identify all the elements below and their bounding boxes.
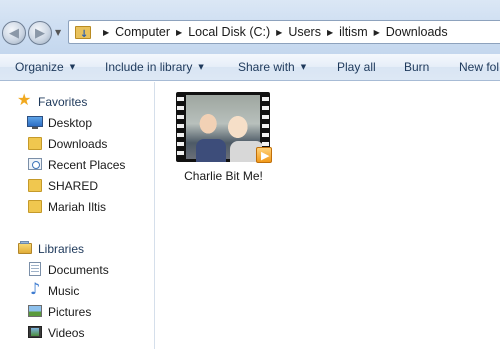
breadcrumb-computer[interactable]: Computer: [115, 25, 170, 39]
breadcrumb-users[interactable]: Users: [288, 25, 321, 39]
downloads-folder-icon: ↓: [73, 24, 93, 40]
file-list: ▶ Charlie Bit Me!: [156, 82, 500, 349]
sidebar-item-label: Pictures: [48, 304, 92, 319]
play-all-button[interactable]: Play all: [337, 60, 376, 74]
sidebar-item-label: Recent Places: [48, 157, 126, 172]
chevron-down-icon: ▼: [198, 63, 204, 71]
organize-label: Organize: [15, 60, 64, 74]
address-bar-region: ◀ ▶ ▼ ↓ ▶ Computer ▶ Local Disk (C:) ▶ U…: [0, 0, 500, 54]
libraries-label: Libraries: [38, 241, 85, 256]
forward-button[interactable]: ▶: [28, 21, 52, 45]
organize-menu[interactable]: Organize ▼: [15, 60, 75, 74]
sidebar-item-mariah-iltis[interactable]: Mariah Iltis: [0, 196, 155, 217]
include-in-library-menu[interactable]: Include in library ▼: [105, 60, 204, 74]
burn-button[interactable]: Burn: [404, 60, 429, 74]
back-arrow-icon: ◀: [9, 25, 19, 41]
sidebar-item-videos[interactable]: Videos: [0, 322, 155, 343]
music-icon: ♪: [30, 279, 41, 298]
breadcrumb-downloads[interactable]: Downloads: [386, 25, 448, 39]
libraries-group[interactable]: Libraries: [0, 238, 155, 259]
pictures-icon: [27, 303, 43, 319]
back-button[interactable]: ◀: [2, 21, 26, 45]
burn-label: Burn: [404, 60, 430, 74]
sidebar-item-pictures[interactable]: Pictures: [0, 301, 155, 322]
documents-icon: [27, 261, 43, 277]
sidebar-item-music[interactable]: ♪ Music: [0, 280, 155, 301]
sidebar-item-label: Videos: [48, 325, 85, 340]
sidebar-item-label: Documents: [48, 262, 109, 277]
navigation-pane: ★ Favorites Desktop Downloads Recent Pla…: [0, 82, 155, 349]
file-item[interactable]: ▶ Charlie Bit Me!: [176, 92, 272, 184]
star-icon: ★: [17, 90, 32, 109]
folder-icon: [27, 198, 43, 214]
play-all-label: Play all: [337, 60, 376, 74]
breadcrumb-local-disk[interactable]: Local Disk (C:): [188, 25, 270, 39]
videos-icon: [27, 324, 43, 340]
breadcrumb-separator-icon[interactable]: ▶: [374, 28, 380, 37]
media-player-icon: ▶: [256, 147, 272, 163]
sidebar-item-label: Desktop: [48, 115, 93, 130]
sidebar-item-shared[interactable]: SHARED: [0, 175, 155, 196]
breadcrumb-user[interactable]: iltism: [339, 25, 367, 39]
chevron-down-icon: ▼: [69, 63, 76, 71]
recent-pages-dropdown[interactable]: ▼: [55, 28, 61, 37]
share-with-label: Share with: [238, 60, 295, 74]
sidebar-item-recent-places[interactable]: Recent Places: [0, 154, 155, 175]
video-frame-image: [186, 95, 264, 162]
breadcrumb-separator-icon[interactable]: ▶: [327, 28, 333, 37]
favorites-group[interactable]: ★ Favorites: [0, 91, 155, 112]
sidebar-item-label: SHARED: [48, 178, 99, 193]
breadcrumb-separator-icon[interactable]: ▶: [103, 28, 109, 37]
new-folder-label: New fol: [459, 60, 500, 74]
downloads-folder-icon: [27, 135, 43, 151]
breadcrumb-separator-icon[interactable]: ▶: [176, 28, 182, 37]
folder-icon: [27, 177, 43, 193]
address-box[interactable]: ↓ ▶ Computer ▶ Local Disk (C:) ▶ Users ▶…: [68, 20, 500, 44]
sidebar-item-documents[interactable]: Documents: [0, 259, 155, 280]
include-in-library-label: Include in library: [105, 60, 193, 74]
file-name: Charlie Bit Me!: [184, 169, 263, 183]
chevron-down-icon: ▼: [55, 28, 62, 37]
share-with-menu[interactable]: Share with ▼: [238, 60, 306, 74]
sidebar-item-label: Music: [48, 283, 80, 298]
sidebar-item-label: Mariah Iltis: [48, 199, 107, 214]
desktop-icon: [27, 114, 43, 130]
favorites-label: Favorites: [38, 94, 88, 109]
sidebar-item-desktop[interactable]: Desktop: [0, 112, 155, 133]
breadcrumb-separator-icon[interactable]: ▶: [276, 28, 282, 37]
sidebar-item-downloads[interactable]: Downloads: [0, 133, 155, 154]
recent-places-icon: [27, 156, 43, 172]
libraries-icon: [17, 240, 33, 256]
chevron-down-icon: ▼: [300, 63, 307, 71]
sidebar-item-label: Downloads: [48, 136, 108, 151]
forward-arrow-icon: ▶: [35, 25, 45, 41]
new-folder-button[interactable]: New fol: [459, 60, 499, 74]
command-bar: Organize ▼ Include in library ▼ Share with…: [0, 54, 500, 81]
